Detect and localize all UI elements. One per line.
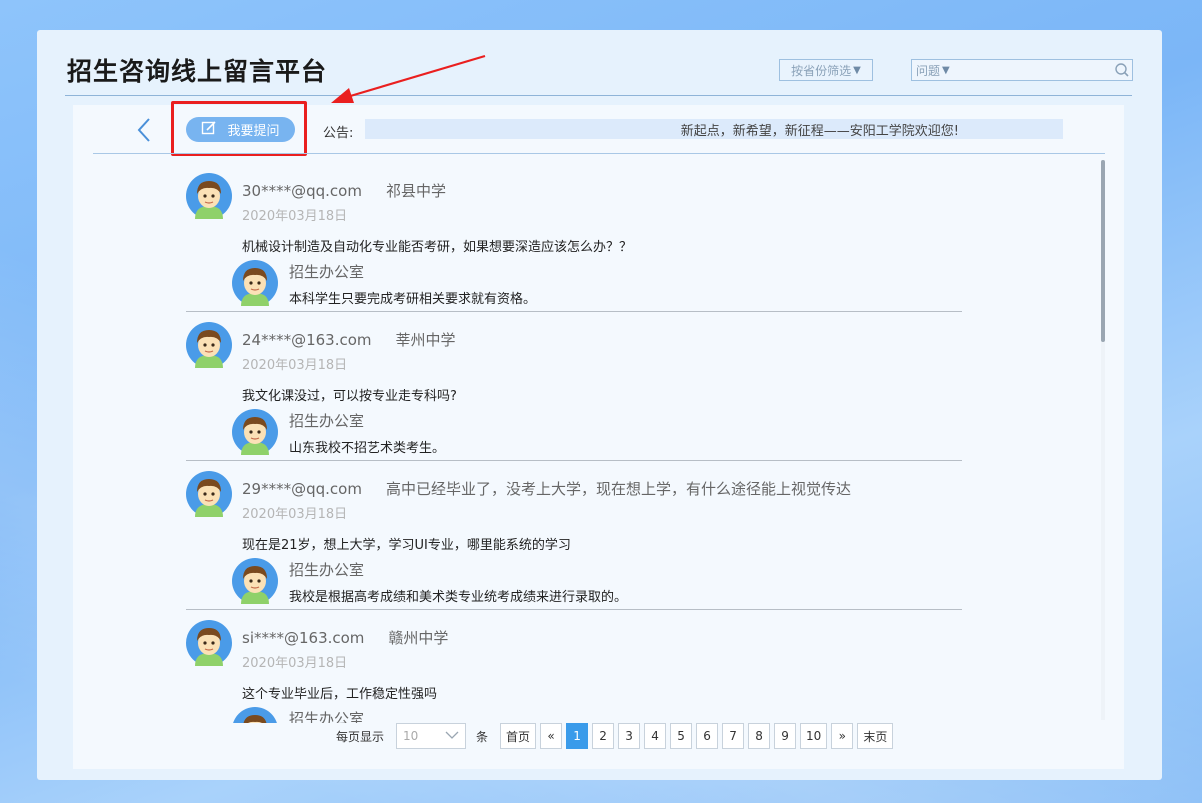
user-avatar-icon xyxy=(186,471,232,517)
notice-label: 公告: xyxy=(323,126,354,141)
search-box: 问题 ▼ xyxy=(911,59,1133,81)
page-number-button[interactable]: 8 xyxy=(748,723,771,749)
message-item: 30****@qq.com 祁县中学 2020年03月18日 机械设计制造及自动化… xyxy=(186,163,962,312)
message-item: 29****@qq.com 高中已经毕业了，没考上大学，现在想上学，有什么途径能上… xyxy=(186,461,962,610)
reply-text: 本科学生只要完成考研相关要求就有资格。 xyxy=(289,292,537,307)
message-date: 2020年03月18日 xyxy=(242,209,348,224)
edit-icon xyxy=(201,120,217,140)
province-filter-dropdown[interactable]: 按省份筛选 ▼ xyxy=(779,59,873,81)
message-header: 29****@qq.com 高中已经毕业了，没考上大学，现在想上学，有什么途径能上… xyxy=(242,478,851,499)
first-page-button[interactable]: 首页 xyxy=(500,723,537,749)
user-school: 祁县中学 xyxy=(385,182,446,200)
message-date: 2020年03月18日 xyxy=(242,358,348,373)
user-school: 高中已经毕业了，没考上大学，现在想上学，有什么途径能上视觉传达 xyxy=(385,480,851,498)
message-header: 24****@163.com 莘州中学 xyxy=(242,329,456,350)
office-avatar-icon xyxy=(232,558,278,604)
office-avatar-icon xyxy=(232,260,278,306)
ask-question-button[interactable]: 我要提问 xyxy=(186,117,295,142)
next-page-button[interactable]: » xyxy=(831,723,854,749)
reply-author: 招生办公室 xyxy=(289,710,365,723)
user-school: 莘州中学 xyxy=(395,331,456,349)
search-input[interactable] xyxy=(949,60,1112,80)
caret-down-icon: ▼ xyxy=(942,64,950,76)
notice-text: 新起点，新希望，新征程——安阳工学院欢迎您! xyxy=(680,123,959,139)
message-item: 24****@163.com 莘州中学 2020年03月18日 我文化课没过，可以… xyxy=(186,312,962,461)
caret-down-icon: ▼ xyxy=(853,64,861,76)
user-avatar-icon xyxy=(186,322,232,368)
user-avatar-icon xyxy=(186,620,232,666)
page-number-button[interactable]: 5 xyxy=(670,723,693,749)
question-text: 现在是21岁，想上大学，学习UI专业，哪里能系统的学习 xyxy=(242,538,571,553)
main-window: 招生咨询线上留言平台 按省份筛选 ▼ 问题 ▼ 我要提问 公告: 新起点，新希望… xyxy=(37,30,1162,780)
per-page-select[interactable]: 10 xyxy=(396,723,467,749)
prev-page-button[interactable]: « xyxy=(540,723,563,749)
ask-question-label: 我要提问 xyxy=(227,124,280,139)
message-header: 30****@qq.com 祁县中学 xyxy=(242,180,446,201)
message-date: 2020年03月18日 xyxy=(242,507,348,522)
user-account: si****@163.com xyxy=(242,629,365,647)
province-filter-label: 按省份筛选 xyxy=(791,63,852,78)
user-account: 29****@qq.com xyxy=(242,480,362,498)
scrollbar-thumb[interactable] xyxy=(1101,160,1105,342)
search-icon[interactable] xyxy=(1112,60,1132,80)
question-text: 我文化课没过，可以按专业走专科吗? xyxy=(242,389,457,404)
user-avatar-icon xyxy=(186,173,232,219)
chevron-down-icon xyxy=(445,729,459,743)
notice-bar: 新起点，新希望，新征程——安阳工学院欢迎您! xyxy=(365,119,1063,139)
message-list: 30****@qq.com 祁县中学 2020年03月18日 机械设计制造及自动化… xyxy=(186,163,962,723)
back-chevron-icon[interactable] xyxy=(135,117,155,143)
page-number-button[interactable]: 6 xyxy=(696,723,719,749)
question-text: 这个专业毕业后，工作稳定性强吗 xyxy=(242,687,438,702)
user-account: 24****@163.com xyxy=(242,331,372,349)
message-header: si****@163.com 赣州中学 xyxy=(242,627,448,648)
site-title: 招生咨询线上留言平台 xyxy=(67,57,328,86)
reply-text: 我校是根据高考成绩和美术类专业统考成绩来进行录取的。 xyxy=(289,590,628,605)
page-number-button[interactable]: 9 xyxy=(774,723,797,749)
page-number-button[interactable]: 4 xyxy=(644,723,667,749)
search-type-label: 问题 xyxy=(916,63,941,78)
page-number-button[interactable]: 7 xyxy=(722,723,745,749)
pagination: 每页显示 10 条 首页 « 1 2 3 4 5 6 7 8 9 10 » 末页 xyxy=(336,722,897,750)
message-item: si****@163.com 赣州中学 2020年03月18日 这个专业毕业后，工… xyxy=(186,610,962,723)
page-number-button[interactable]: 2 xyxy=(592,723,615,749)
reply-author: 招生办公室 xyxy=(289,412,365,430)
page-number-button[interactable]: 10 xyxy=(800,723,828,749)
per-page-label: 每页显示 xyxy=(336,729,385,744)
per-page-value: 10 xyxy=(403,729,419,743)
page-number-group: 1 2 3 4 5 6 7 8 9 10 xyxy=(566,723,831,749)
content-panel: 我要提问 公告: 新起点，新希望，新征程——安阳工学院欢迎您! 30****@q… xyxy=(73,101,1124,769)
page-number-button[interactable]: 3 xyxy=(618,723,641,749)
panel-divider xyxy=(93,153,1105,154)
per-page-unit: 条 xyxy=(476,729,489,744)
reply-author: 招生办公室 xyxy=(289,561,365,579)
reply-text: 山东我校不招艺术类考生。 xyxy=(289,441,446,456)
page-number-button[interactable]: 1 xyxy=(566,723,589,749)
question-text: 机械设计制造及自动化专业能否考研，如果想要深造应该怎么办？？ xyxy=(242,240,633,255)
user-school: 赣州中学 xyxy=(388,629,449,647)
last-page-button[interactable]: 末页 xyxy=(857,723,894,749)
user-account: 30****@qq.com xyxy=(242,182,362,200)
office-avatar-icon xyxy=(232,409,278,455)
message-date: 2020年03月18日 xyxy=(242,656,348,671)
office-avatar-icon xyxy=(232,707,278,723)
search-type-dropdown[interactable]: 问题 ▼ xyxy=(912,62,950,79)
reply-author: 招生办公室 xyxy=(289,263,365,281)
header-divider xyxy=(65,95,1132,96)
